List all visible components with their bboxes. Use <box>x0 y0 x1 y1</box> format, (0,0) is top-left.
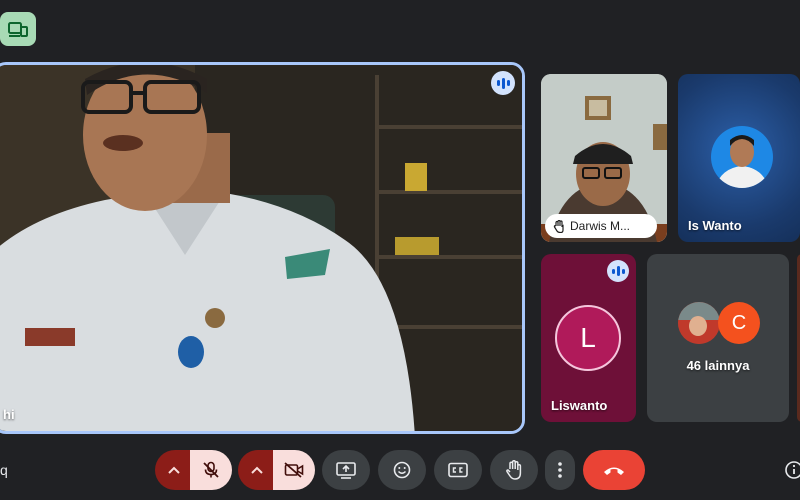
meeting-details-partial: q <box>0 462 8 478</box>
emoji-icon <box>393 461 411 479</box>
camera-off-icon <box>284 462 304 478</box>
meeting-info-button[interactable] <box>784 450 800 490</box>
more-options-button[interactable] <box>545 450 575 490</box>
participant-tile-is-wanto[interactable]: Is Wanto <box>678 74 800 242</box>
device-switch-icon <box>8 22 28 37</box>
main-speaker-name: hi <box>3 407 15 422</box>
avatar: C <box>718 302 760 344</box>
present-screen-icon <box>336 462 356 479</box>
others-tile[interactable]: 46 lainnya <box>647 254 789 422</box>
avatar <box>678 302 720 344</box>
chevron-up-icon <box>251 466 263 474</box>
end-call-icon <box>604 467 624 475</box>
main-speaker-tile[interactable]: hi <box>0 62 525 434</box>
raise-hand-icon <box>506 460 522 480</box>
participant-name-liswanto: Liswanto <box>551 398 608 413</box>
avatar <box>711 126 773 188</box>
reactions-button[interactable] <box>378 450 426 490</box>
chevron-up-icon <box>168 466 180 474</box>
participant-name-pill-darwis: Darwis M... <box>545 214 657 238</box>
avatar-initial-liswanto: L <box>580 322 596 353</box>
video-options-button[interactable] <box>238 450 276 490</box>
info-icon <box>785 461 800 479</box>
more-options-icon <box>558 462 562 478</box>
present-screen-button[interactable] <box>322 450 370 490</box>
leave-call-button[interactable] <box>583 450 645 490</box>
main-speaker-video <box>0 65 522 431</box>
captions-button[interactable] <box>434 450 482 490</box>
participant-name-darwis: Darwis M... <box>570 219 630 233</box>
speaking-indicator-icon <box>491 71 515 95</box>
switch-device-button[interactable] <box>0 12 36 46</box>
camera-toggle-button[interactable] <box>273 450 315 490</box>
participant-name-is-wanto: Is Wanto <box>688 218 742 233</box>
captions-icon <box>448 462 468 478</box>
audio-options-button[interactable] <box>155 450 193 490</box>
avatar: L <box>555 305 621 371</box>
avatar-initial-others: C <box>731 311 747 334</box>
raise-hand-icon <box>553 219 564 233</box>
speaking-indicator-icon <box>607 260 629 282</box>
mic-toggle-button[interactable] <box>190 450 232 490</box>
mic-off-icon <box>203 461 219 478</box>
others-count-label: 46 lainnya <box>686 358 750 373</box>
raise-hand-button[interactable] <box>490 450 538 490</box>
